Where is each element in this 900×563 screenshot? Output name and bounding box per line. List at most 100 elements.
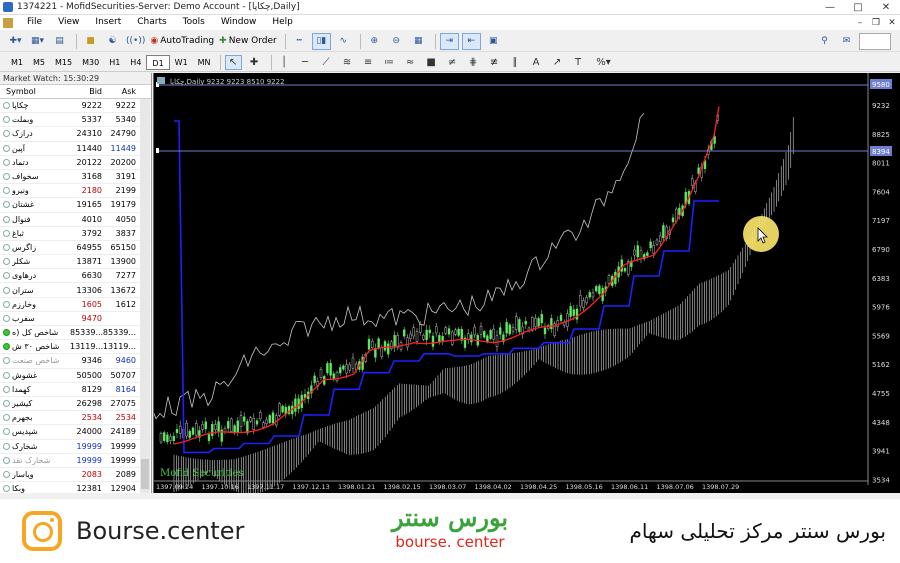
community-input[interactable]	[859, 32, 891, 50]
data-window-button[interactable]: ■	[81, 33, 100, 50]
market-watch-row[interactable]: کهمدا 8129 8164	[0, 383, 151, 397]
new-chart-button[interactable]: ✚▾	[6, 33, 25, 50]
market-watch-row[interactable]: وبکا 12381 12904	[0, 482, 151, 493]
menu-tools[interactable]: Tools	[175, 15, 213, 30]
col-symbol[interactable]: Symbol	[0, 87, 70, 96]
text-tool[interactable]: A	[528, 55, 545, 70]
timeframe-w1[interactable]: W1	[170, 55, 193, 70]
market-watch-row[interactable]: وبملت 5337 5340	[0, 113, 151, 128]
horizontal-line-tool[interactable]: ─	[297, 55, 314, 70]
maximize-button[interactable]: □	[844, 0, 872, 15]
market-watch-scrollbar[interactable]	[140, 99, 150, 493]
market-watch-row[interactable]: سفرب 9470	[0, 312, 151, 326]
timeframe-m15[interactable]: M15	[50, 55, 77, 70]
profiles-button[interactable]: ▦▾	[28, 33, 47, 50]
crosshair-tool[interactable]: ✚	[246, 55, 263, 70]
market-watch-row[interactable]: درازک 24310 24790	[0, 127, 151, 142]
col-bid[interactable]: Bid	[70, 87, 102, 96]
market-watch-row[interactable]: سخواف 3168 3191	[0, 170, 151, 185]
label-tool[interactable]: T	[570, 55, 587, 70]
market-watch-row[interactable]: بجهرم 2534 2534	[0, 411, 151, 426]
minimize-button[interactable]: —	[816, 0, 844, 15]
chart-window[interactable]: 9232 8825 8011 7604 7197 6790 6383 5976 5569 5162…	[143, 73, 900, 542]
chat-button[interactable]: ✉	[837, 33, 856, 50]
market-watch-row[interactable]: چکاپا 9222 9222	[0, 99, 151, 114]
zoom-out-button[interactable]: ⊖	[387, 33, 406, 50]
autotrading-button[interactable]: ◉ AutoTrading	[149, 33, 215, 50]
candle-body	[201, 424, 204, 430]
tile-windows-button[interactable]: ▦	[409, 33, 428, 50]
timeframe-m5[interactable]: M5	[28, 55, 50, 70]
indicators-button[interactable]: ▣	[484, 33, 503, 50]
arrow-tool[interactable]: ↗	[549, 55, 566, 70]
price-chart[interactable]: 9232 8825 8011 7604 7197 6790 6383 5976 5569 5162…	[143, 73, 900, 542]
zoom-in-button[interactable]: ⊕	[365, 33, 384, 50]
market-watch-row[interactable]: غشوش 50500 50707	[0, 369, 151, 383]
timeframe-h1[interactable]: H1	[104, 55, 125, 70]
fibo-retracement-tool[interactable]: ≡	[360, 55, 377, 70]
hline-handle[interactable]	[156, 148, 159, 153]
market-watch-row[interactable]: درهاوی 6630 7277	[0, 269, 151, 284]
close-button[interactable]: ✕	[872, 0, 900, 15]
market-watch-row[interactable]: شاخص کل (ه 85339... 85339...	[0, 326, 151, 341]
ask-price: 13672	[110, 285, 136, 295]
timeframe-h4[interactable]: H4	[125, 55, 146, 70]
line-chart-button[interactable]: ∿	[334, 33, 353, 50]
candle-body	[159, 433, 163, 443]
market-watch-row[interactable]: ثباغ 3792 3837	[0, 227, 151, 241]
timeframe-mn[interactable]: MN	[193, 55, 216, 70]
trendline-tool[interactable]: ⟋	[318, 55, 335, 70]
market-watch-row[interactable]: شاخص صنعت 9346 9460	[0, 354, 151, 369]
market-watch-row[interactable]: شکلر 13871 13900	[0, 255, 151, 270]
market-watch-row[interactable]: ستران 13306 13672	[0, 283, 151, 298]
signals-button[interactable]: ((•))	[125, 33, 146, 50]
market-watch-row[interactable]: دتماد 20122 20200	[0, 156, 151, 170]
menu-insert[interactable]: Insert	[87, 15, 129, 30]
market-watch-row[interactable]: ویاسار 2083 2089	[0, 468, 151, 483]
market-watch-row[interactable]: زاگرس 64955 65150	[0, 241, 151, 256]
market-watch-row[interactable]: آپین 11440 11449	[0, 142, 151, 156]
scroll-thumb[interactable]	[141, 459, 149, 489]
market-watch-row[interactable]: ونیرو 2180 2199	[0, 184, 151, 199]
market-watch-row[interactable]: شاخص ۳۰ ش 13119... 13119...	[0, 340, 151, 355]
autoscroll-button[interactable]: ⇥	[439, 32, 459, 50]
mdi-restore-button[interactable]: ❐	[868, 18, 884, 28]
menu-file[interactable]: File	[19, 15, 50, 30]
menu-charts[interactable]: Charts	[129, 15, 174, 30]
mdi-minimize-button[interactable]: –	[852, 18, 868, 28]
menu-view[interactable]: View	[50, 15, 87, 30]
elliott-tool[interactable]: ≈	[402, 55, 419, 70]
vertical-line-tool[interactable]: │	[276, 55, 293, 70]
fibo-fan-tool[interactable]: ≠	[444, 55, 461, 70]
more-tools[interactable]: %▾	[591, 55, 617, 70]
channel-tool[interactable]: ≋	[339, 55, 356, 70]
menu-help[interactable]: Help	[264, 15, 301, 30]
market-watch-row[interactable]: فنوال 4010 4050	[0, 213, 151, 227]
market-watch-row[interactable]: شپدیس 24000 24189	[0, 425, 151, 440]
timeframe-d1[interactable]: D1	[146, 54, 170, 70]
new-order-button[interactable]: ✚ New Order	[218, 33, 278, 50]
market-watch-row[interactable]: غشتان 19165 19179	[0, 198, 151, 213]
market-watch-button[interactable]: ▤	[50, 33, 69, 50]
mdi-close-button[interactable]: ✕	[884, 18, 900, 28]
navigator-button[interactable]: ☯	[103, 33, 122, 50]
search-button[interactable]: ⚲	[815, 33, 834, 50]
market-watch-row[interactable]: شخارک 19999 19999	[0, 440, 151, 454]
timeframe-m1[interactable]: M1	[6, 55, 28, 70]
chart-shift-button[interactable]: ⇤	[461, 32, 481, 50]
market-watch-row[interactable]: کیشیر 26298 27075	[0, 397, 151, 412]
market-watch-row[interactable]: شخارک تقد 19999 19999	[0, 454, 151, 468]
timeframe-m30[interactable]: M30	[77, 55, 104, 70]
shapes-tool[interactable]: ■	[423, 55, 440, 70]
cycle-lines-tool[interactable]: ∥	[507, 55, 524, 70]
bar-chart-button[interactable]: ┅	[290, 33, 309, 50]
pitchfork-tool[interactable]: ⋕	[465, 55, 482, 70]
fibo-expansion-tool[interactable]: ≢	[486, 55, 503, 70]
col-ask[interactable]: Ask	[102, 87, 136, 96]
menu-window[interactable]: Window	[213, 15, 265, 30]
candle-body	[511, 326, 515, 332]
candlestick-button[interactable]: ▯▮	[311, 32, 331, 50]
cursor-tool[interactable]: ↖	[224, 54, 242, 70]
gann-tool[interactable]: ≔	[381, 55, 398, 70]
market-watch-row[interactable]: وخارزم 1605 1612	[0, 298, 151, 312]
